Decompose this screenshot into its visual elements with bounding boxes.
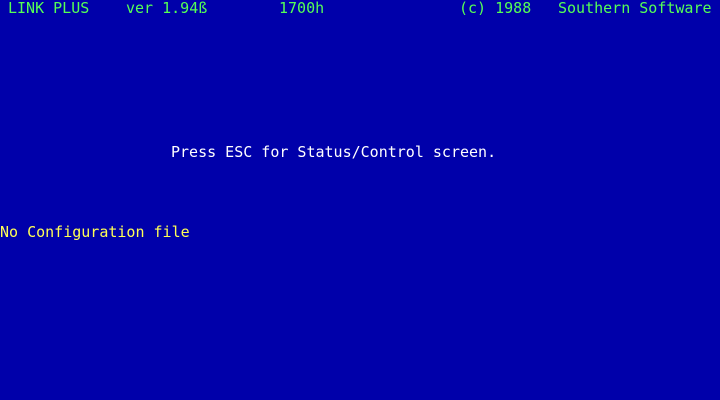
product-name: LINK PLUS bbox=[8, 0, 90, 17]
company-name: Southern Software bbox=[558, 0, 712, 17]
version-label: ver 1.94ß bbox=[126, 0, 208, 17]
esc-prompt: Press ESC for Status/Control screen. bbox=[171, 143, 497, 161]
header-bar: LINK PLUS ver 1.94ß 1700h (c) 1988 South… bbox=[0, 0, 720, 16]
dos-screen: LINK PLUS ver 1.94ß 1700h (c) 1988 South… bbox=[0, 0, 720, 400]
address-label: 1700h bbox=[279, 0, 325, 17]
copyright-label: (c) 1988 bbox=[459, 0, 532, 17]
config-status-message: No Configuration file bbox=[0, 223, 190, 241]
